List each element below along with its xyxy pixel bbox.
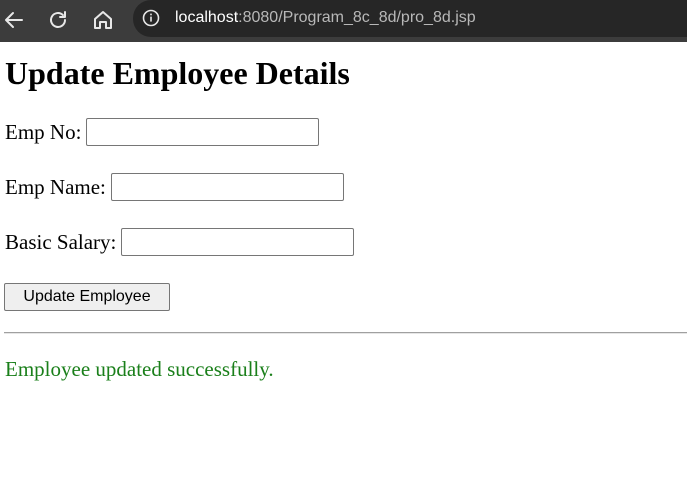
emp-no-label: Emp No: <box>5 120 82 144</box>
basic-salary-label: Basic Salary: <box>5 230 117 254</box>
emp-no-input[interactable] <box>86 118 320 146</box>
reload-button[interactable] <box>44 6 72 34</box>
update-employee-button[interactable]: Update Employee <box>4 283 170 311</box>
url-host: localhost <box>175 9 239 26</box>
back-arrow-icon <box>2 8 26 32</box>
emp-name-row: Emp Name: <box>5 173 344 201</box>
basic-salary-input[interactable] <box>121 228 355 256</box>
status-message: Employee updated successfully. <box>5 357 274 381</box>
page-content: Update Employee Details Emp No: Emp Name… <box>0 42 687 483</box>
home-icon <box>91 8 115 32</box>
basic-salary-row: Basic Salary: <box>5 228 355 256</box>
url-path: :8080/Program_8c_8d/pro_8d.jsp <box>238 9 476 26</box>
emp-name-label: Emp Name: <box>5 175 106 199</box>
info-icon[interactable] <box>142 9 160 27</box>
home-button[interactable] <box>89 6 117 34</box>
url-text[interactable]: localhost:8080/Program_8c_8d/pro_8d.jsp <box>175 8 476 28</box>
page-title: Update Employee Details <box>5 55 350 91</box>
back-button[interactable] <box>0 6 28 34</box>
emp-name-input[interactable] <box>110 173 344 201</box>
reload-icon <box>46 8 70 32</box>
divider <box>4 332 687 334</box>
emp-no-row: Emp No: <box>5 118 320 146</box>
browser-toolbar: localhost:8080/Program_8c_8d/pro_8d.jsp <box>0 0 687 42</box>
